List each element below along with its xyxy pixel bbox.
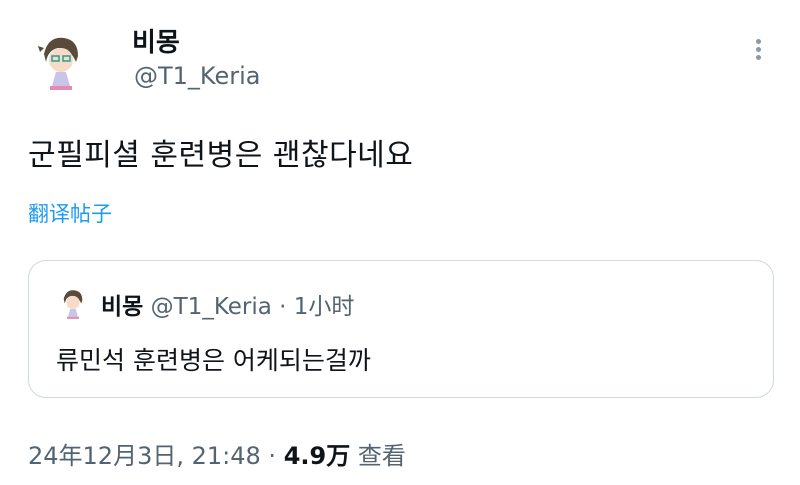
author-display-name[interactable]: 비몽 xyxy=(132,22,180,59)
views-label: 查看 xyxy=(357,442,406,470)
tweet-timestamp[interactable]: 24年12月3日, 21:48 xyxy=(28,442,261,470)
author-handle[interactable]: @T1_Keria xyxy=(134,62,260,90)
tweet-text: 군필피셜 훈련병은 괜찮다네요 xyxy=(28,138,414,173)
meta-separator-dot: · xyxy=(268,442,277,470)
quoted-tweet-time: 1小时 xyxy=(293,294,355,320)
author-avatar[interactable] xyxy=(30,30,92,92)
quoted-author-name: 비몽 xyxy=(101,294,144,320)
views-count: 4.9万 xyxy=(283,442,351,470)
quoted-tweet-card[interactable]: 비몽 @T1_Keria · 1小时 류민석 훈련병은 어케되는걸까 xyxy=(28,260,774,398)
quoted-author-avatar xyxy=(56,286,90,320)
quoted-tweet-header: 비몽 @T1_Keria · 1小时 xyxy=(101,287,354,321)
quoted-separator-dot: · xyxy=(279,294,287,320)
more-vertical-icon[interactable] xyxy=(748,36,768,72)
tweet-meta: 24年12月3日, 21:48 · 4.9万 查看 xyxy=(28,436,406,471)
quoted-tweet-text: 류민석 훈련병은 어케되는걸까 xyxy=(56,346,371,375)
quoted-author-handle: @T1_Keria xyxy=(150,294,272,320)
translate-post-link[interactable]: 翻译帖子 xyxy=(28,198,112,228)
